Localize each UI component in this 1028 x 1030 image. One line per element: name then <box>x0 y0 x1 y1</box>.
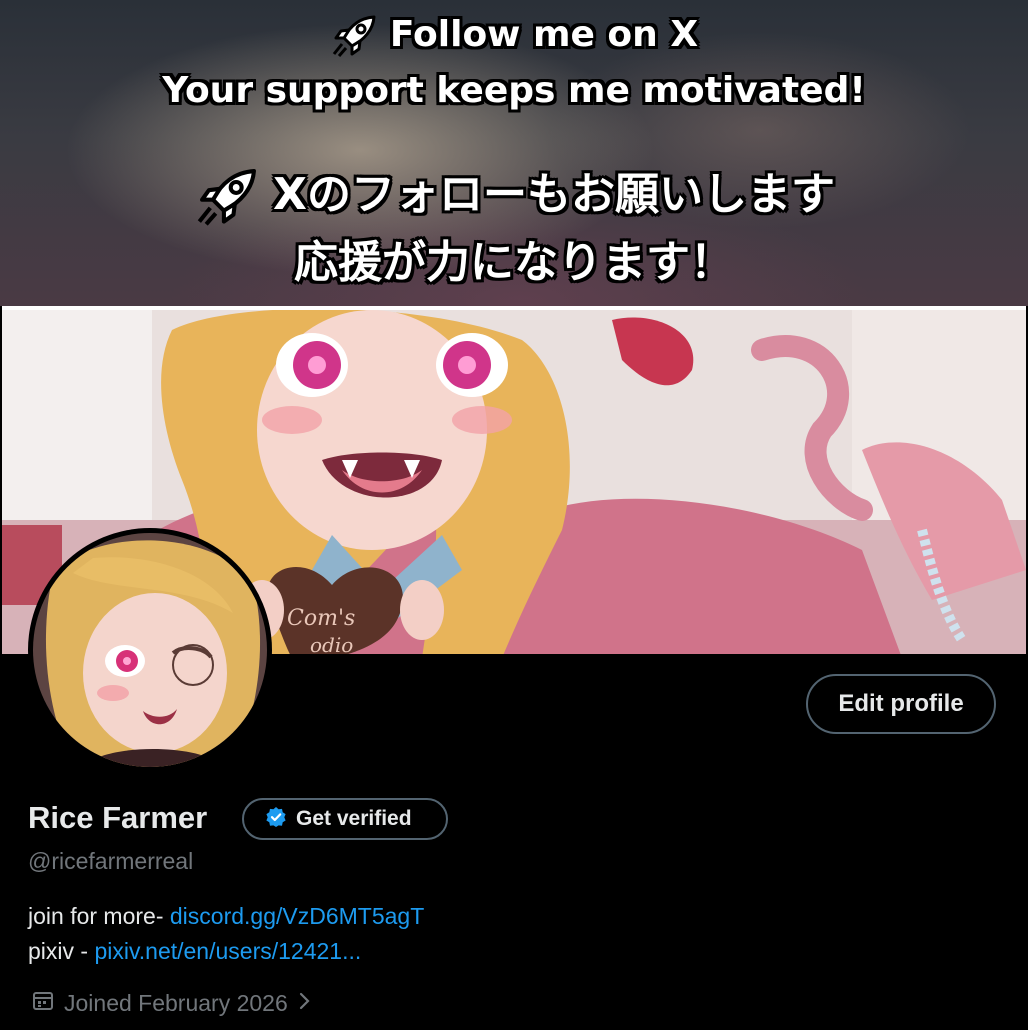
joined-date[interactable]: Joined February 2026 <box>32 989 312 1017</box>
promo-banner: Follow me on X Your support keeps me mot… <box>0 0 1028 306</box>
display-name: Rice Farmer <box>28 800 208 835</box>
bio-line-2-prefix: pixiv - <box>28 938 95 964</box>
avatar-illustration <box>33 533 267 767</box>
bio-line-1-prefix: join for more- <box>28 903 170 929</box>
rocket-icon <box>330 14 380 58</box>
chevron-right-icon <box>298 990 312 1017</box>
bio-line-2: pixiv - pixiv.net/en/users/12421... <box>28 938 361 965</box>
promo-line-japanese-follow: Xのフォローもお願いします <box>0 158 1028 227</box>
avatar-image <box>33 533 267 767</box>
promo-line-follow: Follow me on X <box>0 14 1028 58</box>
get-verified-label: Get verified <box>296 807 412 830</box>
discord-link[interactable]: discord.gg/VzD6MT5agT <box>170 903 424 929</box>
user-handle: @ricefarmerreal <box>28 848 194 874</box>
chocolate-text: Com's <box>287 606 355 631</box>
promo-line-support: Your support keeps me motivated! <box>162 70 866 111</box>
joined-label: Joined February 2026 <box>64 989 288 1016</box>
verified-badge-icon <box>266 807 286 831</box>
rocket-icon <box>193 167 263 227</box>
pixiv-link[interactable]: pixiv.net/en/users/12421... <box>94 938 361 964</box>
promo-line-japanese-support: 応援が力になります！ <box>294 237 734 288</box>
calendar-icon <box>32 989 54 1017</box>
edit-profile-button[interactable]: Edit profile <box>806 674 996 734</box>
get-verified-button[interactable]: Get verified <box>242 798 448 840</box>
avatar[interactable] <box>28 528 272 772</box>
bio-line-1: join for more- discord.gg/VzD6MT5agT <box>28 903 424 930</box>
